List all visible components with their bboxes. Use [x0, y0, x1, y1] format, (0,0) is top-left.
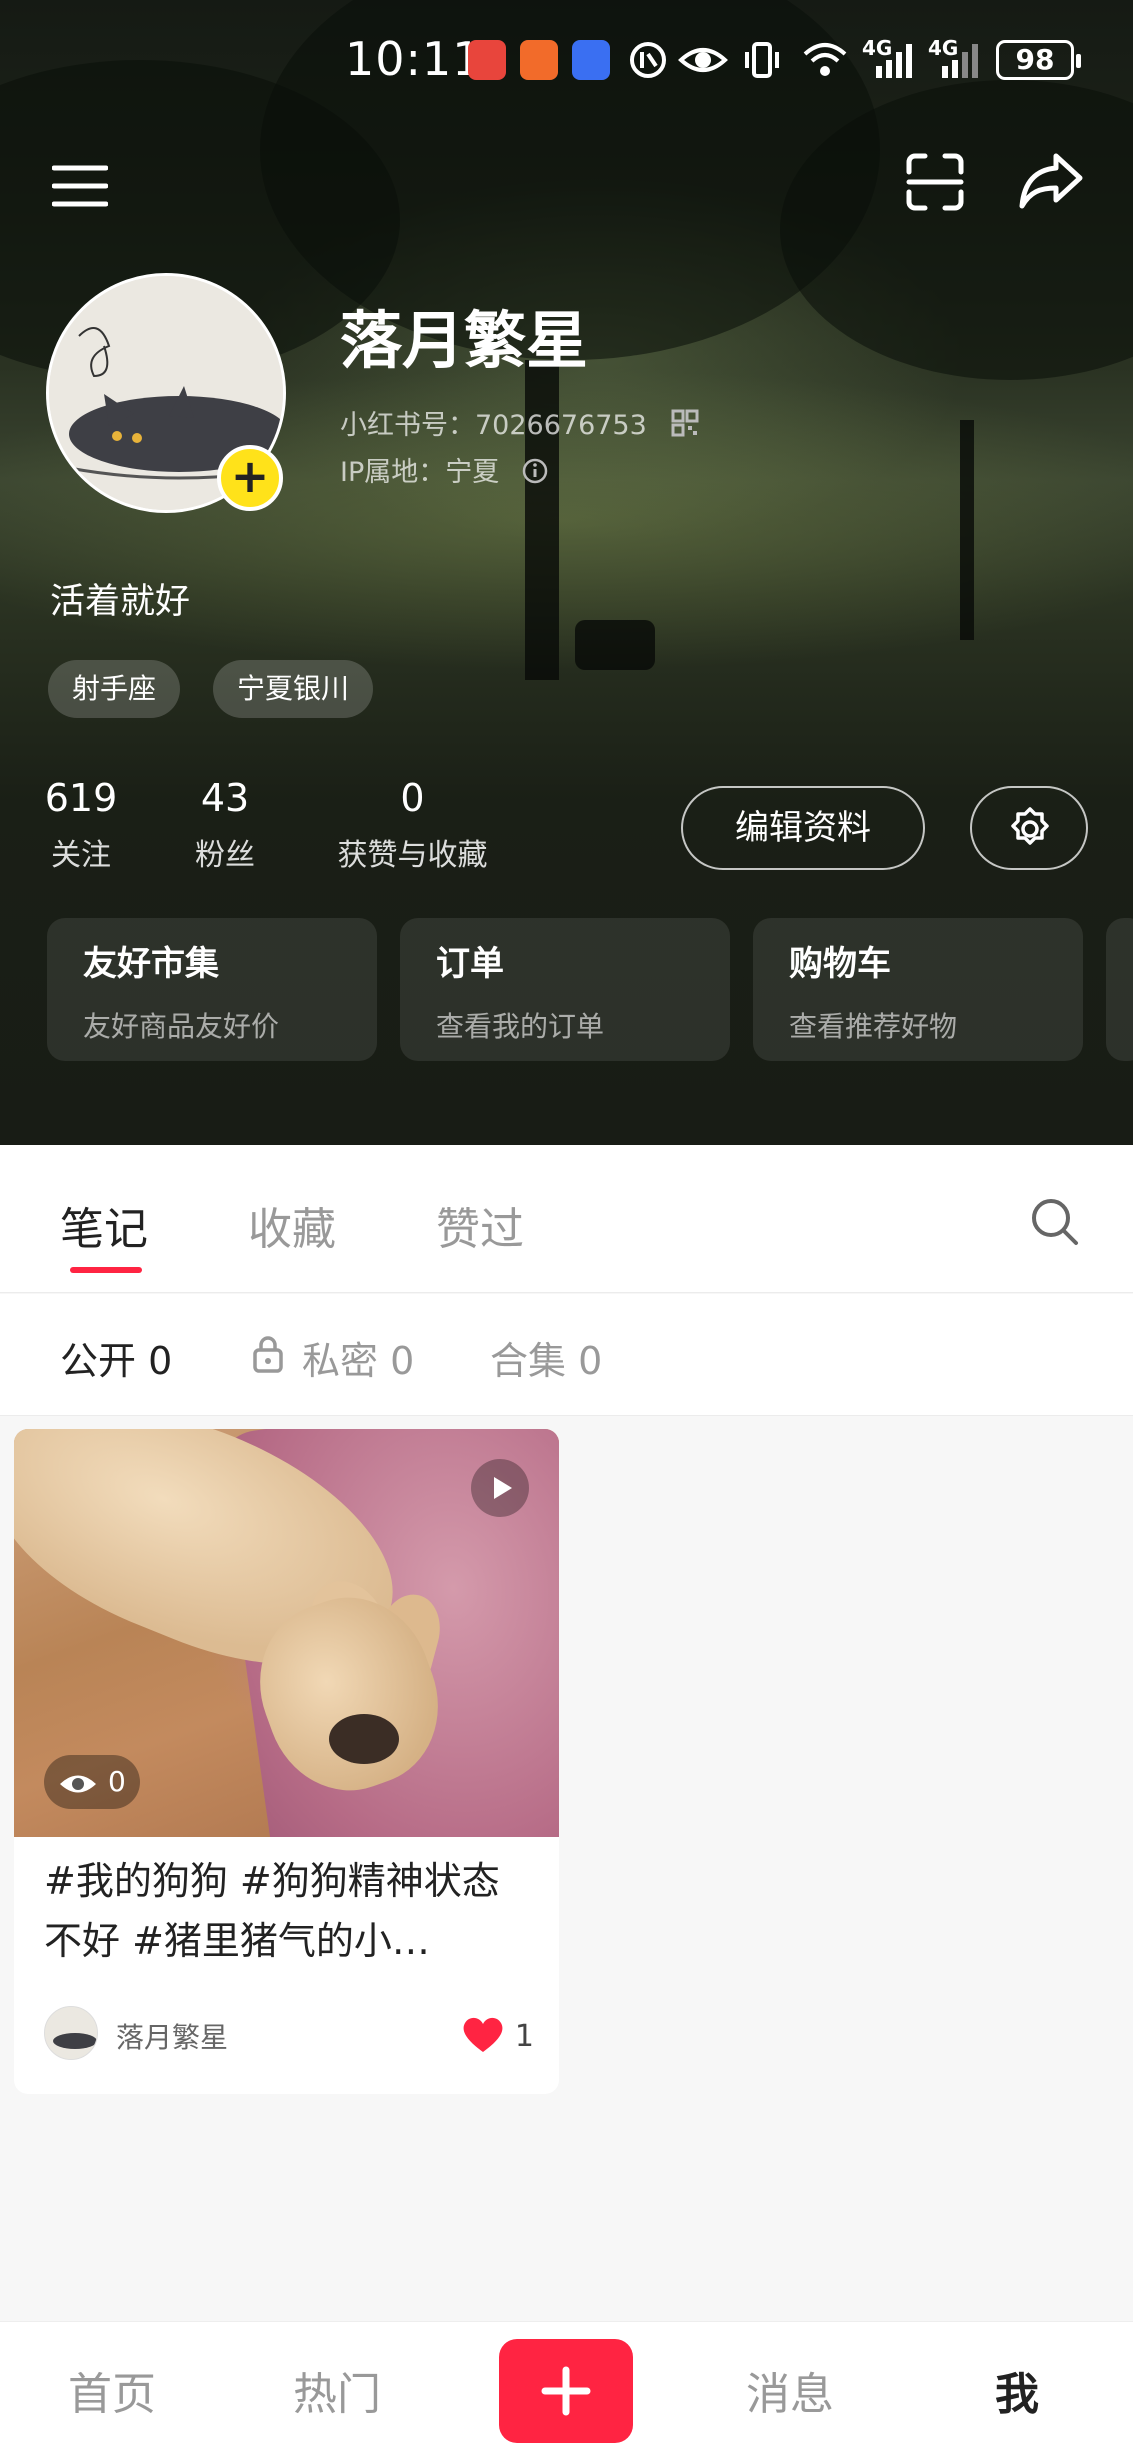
following-count[interactable]: 619 关注 [40, 776, 122, 874]
menu-icon[interactable] [52, 162, 108, 210]
note-cover-image: 0 [14, 1429, 559, 1837]
likes-collects-label: 获赞与收藏 [337, 838, 488, 873]
tab-liked[interactable]: 赞过 [436, 1193, 524, 1257]
status-bar: 10:11 4G 4G 98 [0, 30, 1133, 94]
bottom-navigation: 首页 热门 消息 我 [0, 2321, 1133, 2453]
view-count-badge: 0 [44, 1755, 140, 1809]
search-icon[interactable] [1030, 1197, 1080, 1247]
wifi-icon [803, 43, 847, 76]
ip-location-row: IP属地：宁夏 [340, 450, 548, 489]
tab-collections[interactable]: 收藏 [248, 1193, 336, 1257]
lock-icon [253, 1336, 283, 1373]
notes-feed: 0 #我的狗狗 #狗狗精神状态不好 #猪里猪气的小… 落月繁星 1 [0, 1417, 1133, 2321]
user-id-row: 小红书号：7026676753 [340, 403, 699, 442]
dog-muzzle-shape [329, 1714, 399, 1764]
create-post-button[interactable] [499, 2339, 633, 2443]
cart-card-subtitle: 查看推荐好物 [789, 1010, 958, 1043]
followers-label: 粉丝 [195, 838, 255, 873]
eye-comfort-icon [678, 48, 728, 72]
profile-name: 落月繁星 [340, 304, 589, 377]
cart-card[interactable]: 购物车 查看推荐好物 [753, 918, 1083, 1061]
more-card-peek[interactable] [1106, 918, 1133, 1061]
note-card[interactable]: 0 #我的狗狗 #狗狗精神状态不好 #猪里猪气的小… 落月繁星 1 [14, 1429, 559, 2094]
nav-me[interactable]: 我 [995, 2358, 1039, 2422]
active-tab-indicator [70, 1267, 142, 1273]
note-filter-tabs: 公开 0 私密 0 合集 0 [0, 1294, 1133, 1416]
video-play-icon [471, 1459, 529, 1517]
signal-strength-icon [876, 44, 912, 78]
subtab-albums[interactable]: 合集 0 [490, 1330, 602, 1385]
likes-collects-count[interactable]: 0 获赞与收藏 [330, 776, 495, 874]
profile-tag: 射手座 [48, 660, 181, 718]
add-avatar-button[interactable]: + [217, 445, 283, 511]
profile-tag: 宁夏银川 [213, 660, 374, 718]
subtab-private[interactable]: 私密 0 [302, 1330, 414, 1385]
market-card-title: 友好市集 [83, 944, 219, 984]
following-number: 619 [44, 776, 118, 820]
share-icon[interactable] [1018, 150, 1084, 210]
battery-indicator: 98 [996, 40, 1081, 80]
profile-bio: 活着就好 [50, 582, 191, 622]
user-id-text: 小红书号：7026676753 [340, 410, 647, 441]
gear-icon [1011, 807, 1049, 845]
view-count: 0 [108, 1765, 126, 1798]
app-notification-icon [520, 40, 558, 80]
profile-header: 10:11 4G 4G 98 + 落月繁星 小红书号：7026676753 IP… [0, 0, 1133, 1145]
followers-count[interactable]: 43 粉丝 [185, 776, 265, 874]
subtab-public[interactable]: 公开 0 [60, 1330, 172, 1385]
eye-icon [60, 1775, 96, 1793]
nav-trending[interactable]: 热门 [293, 2358, 381, 2422]
huawei-app-icon [468, 40, 506, 80]
edit-profile-button[interactable]: 编辑资料 [681, 786, 925, 870]
plus-icon [541, 2366, 591, 2416]
content-tabs: 笔记 收藏 赞过 [0, 1145, 1133, 1293]
vibrate-icon [745, 42, 779, 78]
nav-home[interactable]: 首页 [68, 2358, 156, 2422]
note-title: #我的狗狗 #狗狗精神状态不好 #猪里猪气的小… [44, 1859, 500, 1963]
orders-card-subtitle: 查看我的订单 [436, 1010, 605, 1043]
signal-strength-icon [942, 44, 978, 78]
heart-icon[interactable] [461, 2014, 505, 2054]
ip-location-text: IP属地：宁夏 [340, 457, 500, 488]
app-notification-icon [572, 40, 610, 80]
author-avatar [44, 2006, 98, 2060]
orders-card-title: 订单 [436, 944, 504, 984]
market-card[interactable]: 友好市集 友好商品友好价 [47, 918, 377, 1061]
author-avatar-image [45, 2007, 97, 2059]
like-count: 1 [514, 2019, 534, 2054]
status-time: 10:11 [345, 32, 483, 86]
market-card-subtitle: 友好商品友好价 [83, 1010, 280, 1043]
likes-collects-number: 0 [400, 776, 425, 820]
qrcode-icon[interactable] [671, 409, 699, 437]
followers-number: 43 [200, 776, 250, 820]
nfc-icon [630, 42, 666, 78]
author-name: 落月繁星 [116, 2021, 229, 2054]
info-icon[interactable] [522, 458, 548, 484]
orders-card[interactable]: 订单 查看我的订单 [400, 918, 730, 1061]
play-triangle-icon [494, 1477, 512, 1499]
tab-notes[interactable]: 笔记 [60, 1193, 148, 1257]
scan-icon[interactable] [905, 152, 965, 212]
settings-button[interactable] [970, 786, 1088, 870]
note-footer: 落月繁星 1 [44, 2006, 534, 2062]
following-label: 关注 [51, 838, 111, 873]
bench-figure [575, 620, 655, 670]
like-count-group[interactable]: 1 [461, 2014, 534, 2054]
tree-trunk [960, 420, 974, 640]
nav-messages[interactable]: 消息 [746, 2358, 834, 2422]
cart-card-title: 购物车 [789, 944, 891, 984]
